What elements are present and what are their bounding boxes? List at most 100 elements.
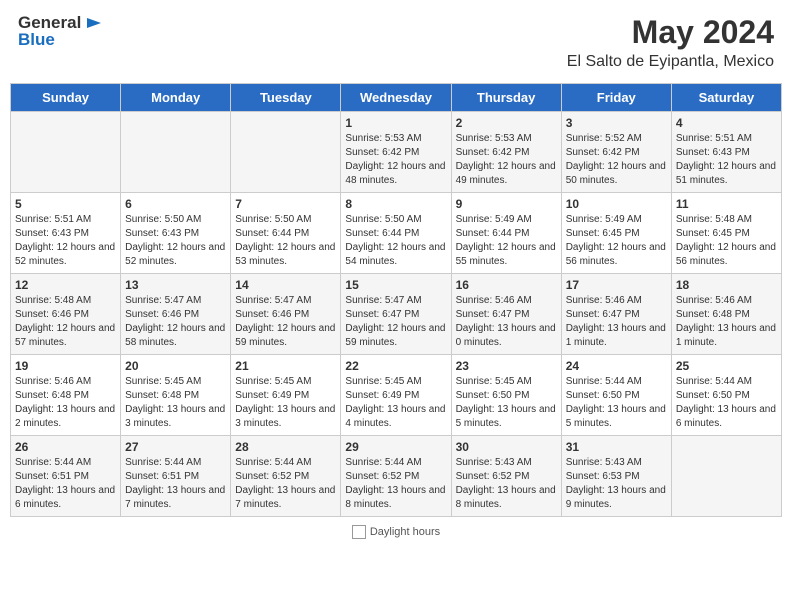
week-row-5: 26 Sunrise: 5:44 AM Sunset: 6:51 PM Dayli…	[11, 436, 782, 517]
day-cell: 28 Sunrise: 5:44 AM Sunset: 6:52 PM Dayli…	[231, 436, 341, 517]
day-info: Sunrise: 5:44 AM Sunset: 6:50 PM Dayligh…	[566, 375, 667, 431]
day-cell: 30Sunrise: 5:43 AM Sunset: 6:52 PM Dayli…	[451, 436, 561, 517]
daylight-label: Daylight hours	[370, 526, 440, 538]
day-number: 29	[345, 440, 446, 454]
day-info: Sunrise: 5:43 AM Sunset: 6:52 PM Dayligh…	[456, 456, 557, 512]
day-cell: 14 Sunrise: 5:47 AM Sunset: 6:46 PM Dayli…	[231, 274, 341, 355]
logo-arrow-icon	[83, 14, 101, 32]
day-number: 7	[235, 197, 336, 211]
day-number: 5	[15, 197, 116, 211]
day-number: 4	[676, 116, 777, 130]
day-number: 20	[125, 359, 226, 373]
day-cell: 4 Sunrise: 5:51 AM Sunset: 6:43 PM Daylig…	[671, 112, 781, 193]
header-cell-monday: Monday	[121, 84, 231, 112]
day-number: 11	[676, 197, 777, 211]
day-info: Sunrise: 5:47 AM Sunset: 6:46 PM Dayligh…	[235, 294, 336, 350]
week-row-2: 5 Sunrise: 5:51 AM Sunset: 6:43 PM Daylig…	[11, 193, 782, 274]
day-number: 27	[125, 440, 226, 454]
day-cell: 17Sunrise: 5:46 AM Sunset: 6:47 PM Dayli…	[561, 274, 671, 355]
day-info: Sunrise: 5:45 AM Sunset: 6:49 PM Dayligh…	[345, 375, 446, 431]
day-number: 9	[456, 197, 557, 211]
calendar-body: 1 Sunrise: 5:53 AM Sunset: 6:42 PM Daylig…	[11, 112, 782, 517]
day-number: 12	[15, 278, 116, 292]
day-cell: 24 Sunrise: 5:44 AM Sunset: 6:50 PM Dayli…	[561, 355, 671, 436]
day-number: 2	[456, 116, 557, 130]
logo: General Blue	[18, 14, 101, 49]
day-cell	[121, 112, 231, 193]
logo-svg: General Blue	[18, 14, 101, 49]
day-info: Sunrise: 5:49 AM Sunset: 6:45 PM Dayligh…	[566, 213, 667, 269]
calendar-header: SundayMondayTuesdayWednesdayThursdayFrid…	[11, 84, 782, 112]
day-cell: 22Sunrise: 5:45 AM Sunset: 6:49 PM Dayli…	[341, 355, 451, 436]
day-info: Sunrise: 5:51 AM Sunset: 6:43 PM Dayligh…	[676, 132, 777, 188]
calendar-table: SundayMondayTuesdayWednesdayThursdayFrid…	[10, 83, 782, 517]
subtitle: El Salto de Eyipantla, Mexico	[567, 53, 774, 71]
day-info: Sunrise: 5:46 AM Sunset: 6:47 PM Dayligh…	[456, 294, 557, 350]
day-cell: 23Sunrise: 5:45 AM Sunset: 6:50 PM Dayli…	[451, 355, 561, 436]
page-header: General Blue May 2024 El Salto de Eyipan…	[10, 10, 782, 75]
day-number: 31	[566, 440, 667, 454]
day-info: Sunrise: 5:53 AM Sunset: 6:42 PM Dayligh…	[456, 132, 557, 188]
day-cell: 12Sunrise: 5:48 AM Sunset: 6:46 PM Dayli…	[11, 274, 121, 355]
week-row-1: 1 Sunrise: 5:53 AM Sunset: 6:42 PM Daylig…	[11, 112, 782, 193]
header-cell-thursday: Thursday	[451, 84, 561, 112]
day-number: 26	[15, 440, 116, 454]
day-cell: 5 Sunrise: 5:51 AM Sunset: 6:43 PM Daylig…	[11, 193, 121, 274]
day-info: Sunrise: 5:52 AM Sunset: 6:42 PM Dayligh…	[566, 132, 667, 188]
day-cell	[11, 112, 121, 193]
day-number: 8	[345, 197, 446, 211]
daylight-color-box	[352, 525, 366, 539]
day-info: Sunrise: 5:45 AM Sunset: 6:50 PM Dayligh…	[456, 375, 557, 431]
day-cell: 2 Sunrise: 5:53 AM Sunset: 6:42 PM Daylig…	[451, 112, 561, 193]
day-number: 10	[566, 197, 667, 211]
header-cell-saturday: Saturday	[671, 84, 781, 112]
day-number: 28	[235, 440, 336, 454]
day-info: Sunrise: 5:43 AM Sunset: 6:53 PM Dayligh…	[566, 456, 667, 512]
day-cell: 13Sunrise: 5:47 AM Sunset: 6:46 PM Dayli…	[121, 274, 231, 355]
day-number: 14	[235, 278, 336, 292]
calendar-footer: Daylight hours	[10, 525, 782, 539]
day-info: Sunrise: 5:46 AM Sunset: 6:47 PM Dayligh…	[566, 294, 667, 350]
day-cell	[231, 112, 341, 193]
day-number: 6	[125, 197, 226, 211]
day-cell: 31 Sunrise: 5:43 AM Sunset: 6:53 PM Dayli…	[561, 436, 671, 517]
day-cell: 10 Sunrise: 5:49 AM Sunset: 6:45 PM Dayli…	[561, 193, 671, 274]
day-info: Sunrise: 5:44 AM Sunset: 6:51 PM Dayligh…	[15, 456, 116, 512]
day-number: 15	[345, 278, 446, 292]
week-row-4: 19Sunrise: 5:46 AM Sunset: 6:48 PM Dayli…	[11, 355, 782, 436]
day-number: 3	[566, 116, 667, 130]
day-cell: 15 Sunrise: 5:47 AM Sunset: 6:47 PM Dayli…	[341, 274, 451, 355]
day-cell: 7Sunrise: 5:50 AM Sunset: 6:44 PM Daylig…	[231, 193, 341, 274]
header-cell-friday: Friday	[561, 84, 671, 112]
header-cell-tuesday: Tuesday	[231, 84, 341, 112]
day-cell: 19Sunrise: 5:46 AM Sunset: 6:48 PM Dayli…	[11, 355, 121, 436]
day-info: Sunrise: 5:51 AM Sunset: 6:43 PM Dayligh…	[15, 213, 116, 269]
day-info: Sunrise: 5:45 AM Sunset: 6:48 PM Dayligh…	[125, 375, 226, 431]
day-cell: 8 Sunrise: 5:50 AM Sunset: 6:44 PM Daylig…	[341, 193, 451, 274]
day-info: Sunrise: 5:45 AM Sunset: 6:49 PM Dayligh…	[235, 375, 336, 431]
main-title: May 2024	[567, 14, 774, 51]
week-row-3: 12Sunrise: 5:48 AM Sunset: 6:46 PM Dayli…	[11, 274, 782, 355]
day-info: Sunrise: 5:50 AM Sunset: 6:43 PM Dayligh…	[125, 213, 226, 269]
day-info: Sunrise: 5:49 AM Sunset: 6:44 PM Dayligh…	[456, 213, 557, 269]
day-cell: 16Sunrise: 5:46 AM Sunset: 6:47 PM Dayli…	[451, 274, 561, 355]
daylight-legend: Daylight hours	[352, 525, 440, 539]
day-cell: 29 Sunrise: 5:44 AM Sunset: 6:52 PM Dayli…	[341, 436, 451, 517]
title-section: May 2024 El Salto de Eyipantla, Mexico	[567, 14, 774, 71]
day-info: Sunrise: 5:44 AM Sunset: 6:52 PM Dayligh…	[235, 456, 336, 512]
day-info: Sunrise: 5:47 AM Sunset: 6:47 PM Dayligh…	[345, 294, 446, 350]
day-cell: 11 Sunrise: 5:48 AM Sunset: 6:45 PM Dayli…	[671, 193, 781, 274]
day-info: Sunrise: 5:44 AM Sunset: 6:52 PM Dayligh…	[345, 456, 446, 512]
day-info: Sunrise: 5:53 AM Sunset: 6:42 PM Dayligh…	[345, 132, 446, 188]
day-cell: 20 Sunrise: 5:45 AM Sunset: 6:48 PM Dayli…	[121, 355, 231, 436]
day-info: Sunrise: 5:46 AM Sunset: 6:48 PM Dayligh…	[676, 294, 777, 350]
day-number: 24	[566, 359, 667, 373]
day-info: Sunrise: 5:50 AM Sunset: 6:44 PM Dayligh…	[345, 213, 446, 269]
header-cell-sunday: Sunday	[11, 84, 121, 112]
day-info: Sunrise: 5:46 AM Sunset: 6:48 PM Dayligh…	[15, 375, 116, 431]
day-number: 1	[345, 116, 446, 130]
header-row: SundayMondayTuesdayWednesdayThursdayFrid…	[11, 84, 782, 112]
header-cell-wednesday: Wednesday	[341, 84, 451, 112]
day-cell: 3 Sunrise: 5:52 AM Sunset: 6:42 PM Daylig…	[561, 112, 671, 193]
day-info: Sunrise: 5:48 AM Sunset: 6:45 PM Dayligh…	[676, 213, 777, 269]
